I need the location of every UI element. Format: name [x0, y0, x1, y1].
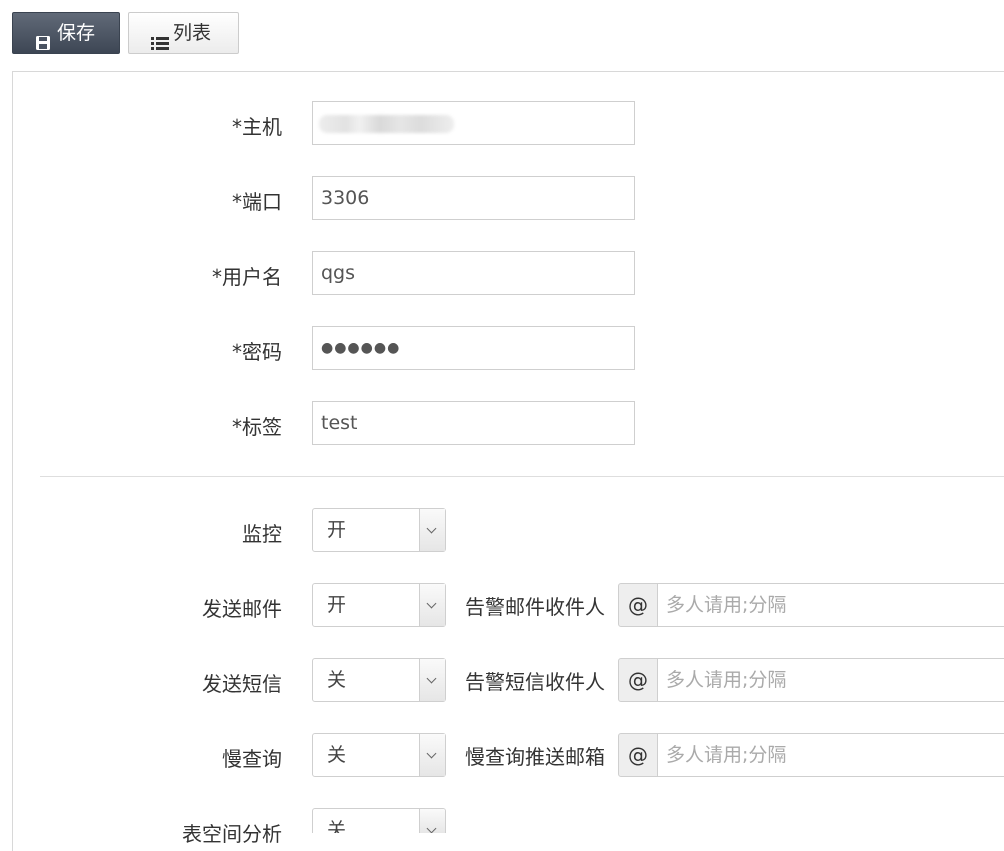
host-input[interactable] [312, 101, 635, 145]
save-button-label: 保存 [57, 22, 96, 44]
send-mail-select[interactable]: 开 [312, 583, 446, 627]
chevron-down-icon [419, 659, 445, 701]
form-divider [40, 476, 1004, 477]
list-button-label: 列表 [173, 22, 212, 44]
slow-query-label: 慢查询 [222, 747, 282, 771]
monitor-label: 监控 [242, 522, 282, 546]
tag-label: *标签 [232, 415, 282, 439]
send-sms-select[interactable]: 关 [312, 658, 446, 702]
send-mail-label: 发送邮件 [202, 597, 282, 621]
sms-recipient-label: 告警短信收件人 [465, 670, 605, 694]
slow-query-recipient-input[interactable]: 多人请用;分隔 [658, 733, 1004, 777]
chevron-down-icon [419, 584, 445, 626]
port-label: *端口 [232, 190, 282, 214]
table-space-select[interactable]: 关 [312, 808, 446, 833]
host-label: *主机 [232, 115, 282, 139]
slow-query-at-icon: @ [618, 733, 658, 777]
send-sms-label: 发送短信 [202, 672, 282, 696]
sms-at-icon: @ [618, 658, 658, 702]
port-input[interactable]: 3306 [312, 176, 635, 220]
monitor-select[interactable]: 开 [312, 508, 446, 552]
mail-at-icon: @ [618, 583, 658, 627]
floppy-disk-icon [35, 25, 51, 50]
host-blurred-value [319, 115, 454, 133]
sms-recipient-input[interactable]: 多人请用;分隔 [658, 658, 1004, 702]
mail-recipient-label: 告警邮件收件人 [465, 595, 605, 619]
list-icon [151, 25, 169, 50]
slow-query-recipient-label: 慢查询推送邮箱 [465, 745, 605, 769]
list-button[interactable]: 列表 [128, 12, 239, 54]
chevron-down-icon [419, 509, 445, 551]
chevron-down-icon [419, 809, 445, 833]
username-input[interactable]: qgs [312, 251, 635, 295]
save-button[interactable]: 保存 [12, 12, 120, 54]
password-label: *密码 [232, 340, 282, 364]
mail-recipient-input[interactable]: 多人请用;分隔 [658, 583, 1004, 627]
chevron-down-icon [419, 734, 445, 776]
tag-input[interactable]: test [312, 401, 635, 445]
username-label: *用户名 [212, 265, 282, 289]
password-input[interactable]: ●●●●●● [312, 326, 635, 370]
slow-query-select[interactable]: 关 [312, 733, 446, 777]
